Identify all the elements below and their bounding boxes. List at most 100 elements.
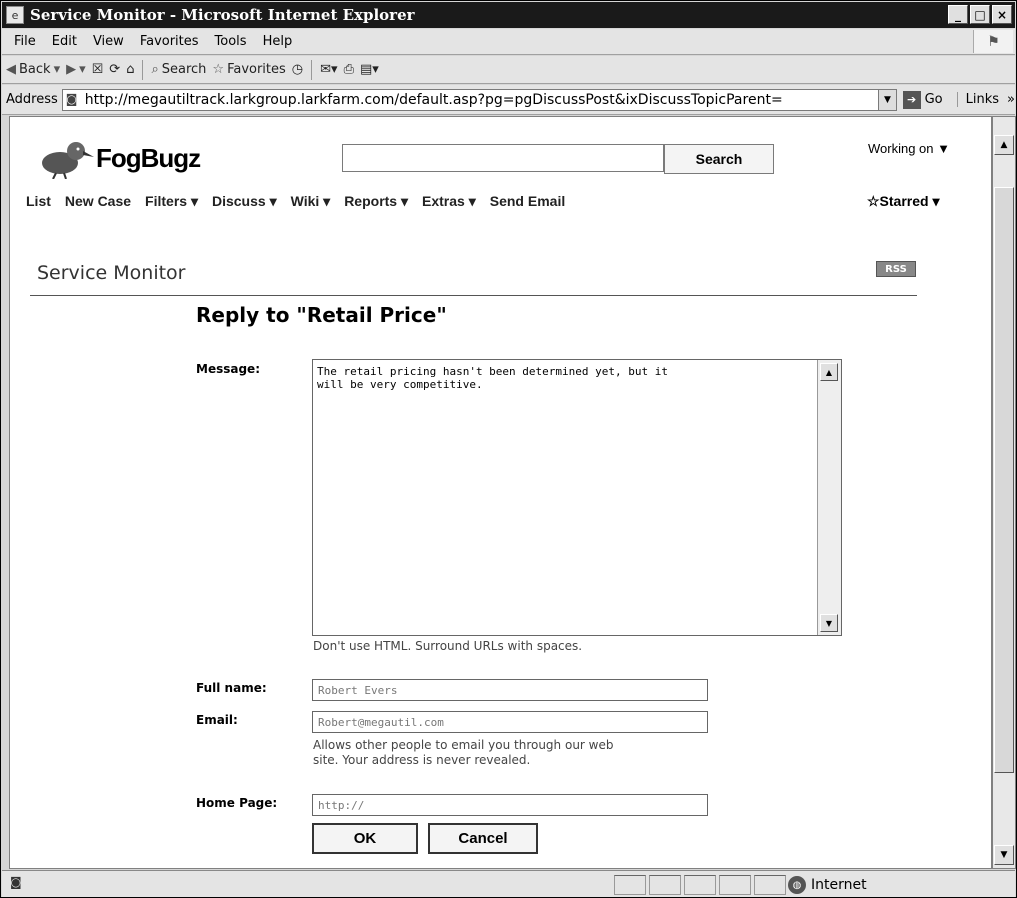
message-hint: Don't use HTML. Surround URLs with space… xyxy=(313,639,583,653)
nav-new-case[interactable]: New Case xyxy=(65,193,131,210)
go-arrow-icon: ➔ xyxy=(902,90,921,109)
stop-icon[interactable]: ☒ xyxy=(92,62,104,77)
maximize-button[interactable]: □ xyxy=(970,5,990,24)
mail-icon[interactable]: ✉▾ xyxy=(320,62,337,77)
search-toolbar-label: Search xyxy=(161,62,207,77)
go-button[interactable]: ➔ Go xyxy=(902,90,943,109)
nav-wiki[interactable]: Wiki ▾ xyxy=(291,193,331,210)
ok-button[interactable]: OK xyxy=(312,823,418,854)
menu-help[interactable]: Help xyxy=(255,34,301,49)
status-panel xyxy=(684,875,716,895)
homepage-input[interactable]: http:// xyxy=(312,794,708,816)
url-text: http://megautiltrack.larkgroup.larkfarm.… xyxy=(84,91,783,108)
globe-icon: ◍ xyxy=(788,876,806,894)
nav-reports[interactable]: Reports ▾ xyxy=(344,193,408,210)
magnifier-icon: ⌕ xyxy=(151,62,159,77)
working-on-menu[interactable]: Working on ▼ xyxy=(868,141,950,156)
links-chevron[interactable]: » xyxy=(1007,92,1015,107)
menu-file[interactable]: File xyxy=(6,34,44,49)
status-panel xyxy=(649,875,681,895)
scroll-down-arrow-icon[interactable]: ▼ xyxy=(994,845,1014,865)
nav-send-email[interactable]: Send Email xyxy=(490,193,565,210)
page-title: Service Monitor xyxy=(37,262,186,284)
fullname-label: Full name: xyxy=(196,681,267,695)
title-divider xyxy=(30,295,917,296)
address-label: Address xyxy=(6,92,58,107)
ie-status-icon: ◙ xyxy=(10,875,22,889)
nav-filters[interactable]: Filters ▾ xyxy=(145,193,198,210)
status-panels xyxy=(614,875,786,895)
menu-tools[interactable]: Tools xyxy=(207,34,255,49)
refresh-icon[interactable]: ⟳ xyxy=(109,62,120,77)
browser-window: e Service Monitor - Microsoft Internet E… xyxy=(0,0,1017,898)
window-title: Service Monitor - Microsoft Internet Exp… xyxy=(30,6,415,24)
nav-discuss[interactable]: Discuss ▾ xyxy=(212,193,277,210)
page-content: FogBugz Search Working on ▼ List New Cas… xyxy=(9,116,992,869)
cancel-button[interactable]: Cancel xyxy=(428,823,538,854)
standard-toolbar: ◀ Back ▾ ▶ ▾ ☒ ⟳ ⌂ ⌕ Search ☆ Favorites … xyxy=(2,56,1015,84)
forward-button[interactable]: ▶ ▾ xyxy=(66,62,86,77)
close-button[interactable]: × xyxy=(992,5,1012,24)
forward-arrow-icon: ▶ xyxy=(66,62,77,77)
status-bar: ◙ ◍ Internet xyxy=(2,870,1015,897)
email-hint-line2: site. Your address is never revealed. xyxy=(313,753,531,767)
kiwi-bird-icon xyxy=(42,142,94,179)
toolbar-separator xyxy=(142,59,144,80)
fullname-input[interactable]: Robert Evers xyxy=(312,679,708,701)
star-icon: ☆ xyxy=(212,62,225,77)
email-input[interactable]: Robert@megautil.com xyxy=(312,711,708,733)
scroll-down-icon[interactable]: ▼ xyxy=(820,614,838,632)
window-controls: _ □ × xyxy=(948,5,1012,24)
main-nav: List New Case Filters ▾ Discuss ▾ Wiki ▾… xyxy=(26,193,579,210)
search-toolbar-button[interactable]: ⌕ Search xyxy=(151,62,206,77)
nav-extras[interactable]: Extras ▾ xyxy=(422,193,476,210)
email-hint-line1: Allows other people to email you through… xyxy=(313,738,614,752)
status-panel xyxy=(754,875,786,895)
title-bar[interactable]: e Service Monitor - Microsoft Internet E… xyxy=(2,2,1015,28)
back-button[interactable]: ◀ Back ▾ xyxy=(6,62,60,77)
message-text: The retail pricing hasn't been determine… xyxy=(317,365,668,391)
ie-page-icon: e xyxy=(6,6,24,24)
zone-label: Internet xyxy=(811,877,867,893)
scrollbar-thumb[interactable] xyxy=(994,187,1014,773)
print-icon[interactable]: ⎙ xyxy=(344,62,354,77)
go-label: Go xyxy=(924,92,943,107)
status-panel xyxy=(614,875,646,895)
reply-heading: Reply to "Retail Price" xyxy=(196,303,447,327)
fogbugz-logo[interactable]: FogBugz xyxy=(38,137,201,179)
history-icon[interactable]: ◷ xyxy=(292,62,303,77)
starred-menu[interactable]: ☆Starred ▾ xyxy=(867,193,940,210)
toolbar-separator xyxy=(311,59,313,80)
textarea-scrollbar[interactable]: ▲ ▼ xyxy=(817,360,841,635)
menu-bar: File Edit View Favorites Tools Help ⚑ xyxy=(2,29,1015,55)
logo-wordmark: FogBugz xyxy=(96,142,201,173)
message-textarea[interactable]: The retail pricing hasn't been determine… xyxy=(312,359,842,636)
homepage-label: Home Page: xyxy=(196,796,278,810)
windows-logo-icon: ⚑ xyxy=(973,30,1013,53)
search-button[interactable]: Search xyxy=(664,144,774,174)
search-input[interactable] xyxy=(342,144,664,172)
back-dropdown-icon: ▾ xyxy=(53,62,61,77)
home-icon[interactable]: ⌂ xyxy=(126,62,134,77)
scroll-up-icon[interactable]: ▲ xyxy=(820,363,838,381)
message-label: Message: xyxy=(196,362,260,376)
security-zone: ◍ Internet xyxy=(788,875,1008,895)
back-arrow-icon: ◀ xyxy=(6,62,16,77)
url-field[interactable]: ◙ http://megautiltrack.larkgroup.larkfar… xyxy=(61,88,880,111)
page-icon: ◙ xyxy=(65,91,78,106)
scroll-up-arrow-icon[interactable]: ▲ xyxy=(994,135,1014,155)
favorites-toolbar-button[interactable]: ☆ Favorites xyxy=(212,62,285,77)
links-button[interactable]: Links xyxy=(956,92,999,107)
menu-favorites[interactable]: Favorites xyxy=(132,34,207,49)
menu-edit[interactable]: Edit xyxy=(44,34,85,49)
minimize-button[interactable]: _ xyxy=(948,5,968,24)
menu-view[interactable]: View xyxy=(85,34,132,49)
nav-list[interactable]: List xyxy=(26,193,51,210)
edit-icon[interactable]: ▤▾ xyxy=(360,62,379,77)
rss-badge[interactable]: RSS xyxy=(876,261,916,277)
address-bar: Address ◙ http://megautiltrack.larkgroup… xyxy=(2,85,1015,115)
address-dropdown-icon[interactable]: ▼ xyxy=(879,88,897,111)
email-label: Email: xyxy=(196,713,238,727)
page-scrollbar[interactable]: ▲ ▼ xyxy=(992,116,1016,869)
favorites-toolbar-label: Favorites xyxy=(227,62,286,77)
